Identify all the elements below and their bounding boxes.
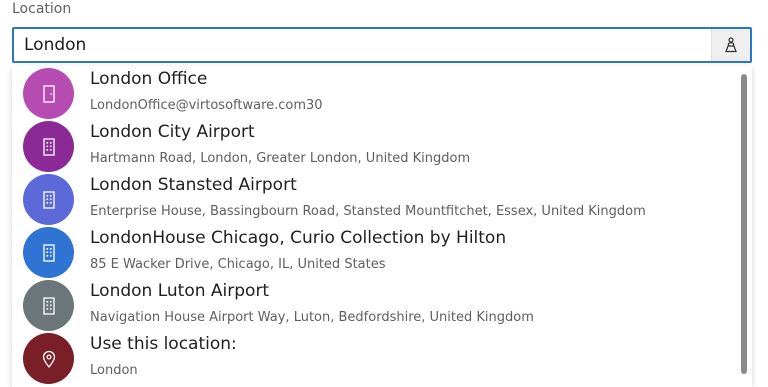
suggestion-title: London City Airport	[90, 122, 255, 142]
location-field[interactable]	[12, 27, 752, 63]
suggestion-subtitle: LondonOffice@virtosoftware.com30	[90, 98, 323, 113]
suggestion-subtitle: Hartmann Road, London, Greater London, U…	[90, 151, 471, 166]
suggestion-item[interactable]: London Office LondonOffice@virtosoftware…	[12, 67, 734, 120]
scrollbar-thumb[interactable]	[741, 74, 747, 374]
suggestion-title: Use this location:	[90, 334, 237, 354]
avatar	[23, 333, 74, 384]
person-location-button[interactable]	[711, 29, 750, 61]
door-icon	[42, 84, 55, 103]
suggestion-subtitle: Navigation House Airport Way, Luton, Bed…	[90, 310, 534, 325]
suggestion-title: LondonHouse Chicago, Curio Collection by…	[90, 228, 507, 248]
suggestion-title: London Stansted Airport	[90, 175, 297, 195]
location-label: Location	[12, 1, 72, 17]
suggestion-title: London Luton Airport	[90, 281, 270, 301]
use-this-location-item[interactable]: Use this location: London	[12, 332, 734, 385]
location-input[interactable]	[14, 29, 708, 61]
scrollbar[interactable]	[740, 74, 748, 374]
avatar	[23, 227, 74, 278]
suggestion-item[interactable]: London Luton Airport Navigation House Ai…	[12, 279, 734, 332]
avatar	[23, 121, 74, 172]
avatar	[23, 174, 74, 225]
building-icon	[42, 243, 55, 262]
person-location-icon	[725, 37, 737, 53]
suggestion-item[interactable]: London Stansted Airport Enterprise House…	[12, 173, 734, 226]
suggestion-item[interactable]: LondonHouse Chicago, Curio Collection by…	[12, 226, 734, 279]
suggestion-subtitle: Enterprise House, Bassingbourn Road, Sta…	[90, 204, 646, 219]
building-icon	[42, 296, 55, 315]
map-pin-icon	[42, 350, 55, 368]
building-icon	[42, 137, 55, 156]
suggestion-title: London Office	[90, 69, 208, 89]
suggestion-subtitle: 85 E Wacker Drive, Chicago, IL, United S…	[90, 257, 386, 272]
building-icon	[42, 190, 55, 209]
suggestion-item[interactable]: London City Airport Hartmann Road, Londo…	[12, 120, 734, 173]
location-suggestions: London Office LondonOffice@virtosoftware…	[12, 66, 752, 387]
avatar	[23, 68, 74, 119]
suggestion-subtitle: London	[90, 363, 138, 378]
avatar	[23, 280, 74, 331]
